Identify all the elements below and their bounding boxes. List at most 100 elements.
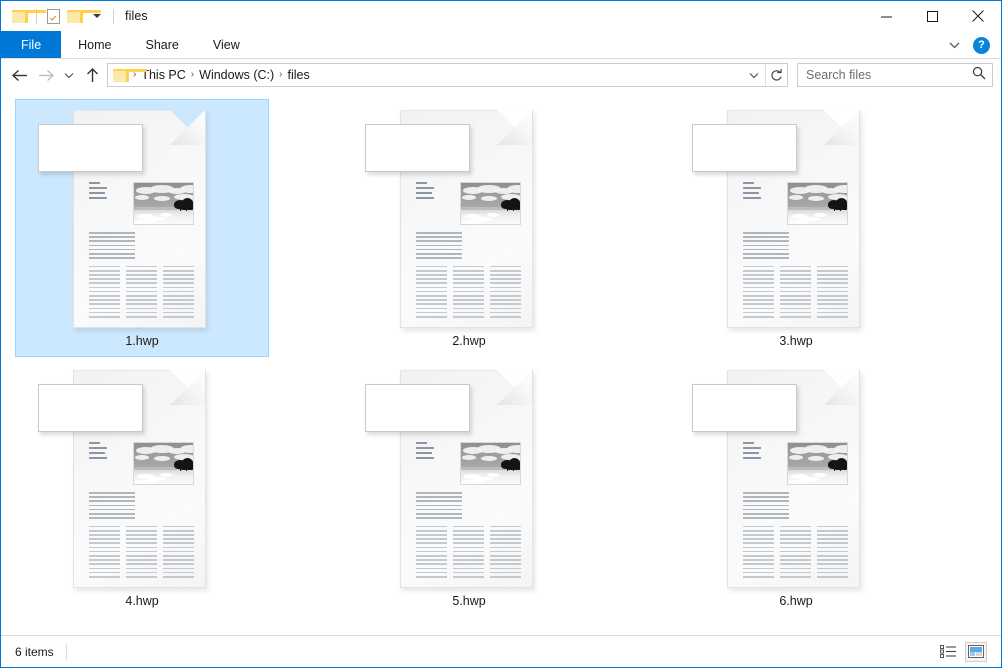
document-columns	[89, 265, 194, 320]
close-button[interactable]	[955, 1, 1001, 31]
expand-ribbon-chevron-icon[interactable]	[943, 34, 965, 56]
address-tools	[743, 64, 787, 86]
document-content	[89, 442, 194, 580]
document-heading-lines	[416, 182, 435, 225]
large-icons-view-button[interactable]	[965, 641, 987, 662]
address-dropdown-chevron-icon[interactable]	[743, 64, 765, 86]
properties-glyph	[46, 8, 60, 24]
new-folder-icon[interactable]	[64, 5, 101, 27]
forward-button[interactable]	[33, 62, 59, 88]
thumbnail-overlay-card	[38, 124, 143, 172]
thumbnail-overlay-card	[365, 124, 470, 172]
document-photo	[460, 442, 521, 485]
view-mode-buttons	[937, 641, 993, 662]
file-list-view[interactable]: 1.hwp 2.hwp 3.hwp 4.hwp 5.hwp 6.hwp	[1, 91, 1001, 625]
document-subtext	[89, 492, 135, 519]
tab-share[interactable]: Share	[129, 31, 196, 58]
document-content	[416, 182, 521, 320]
file-thumbnail	[683, 364, 909, 588]
address-field[interactable]: › This PC › Windows (C:) › files	[107, 63, 788, 87]
title-bar: files	[1, 1, 1001, 31]
document-content	[89, 182, 194, 320]
document-photo	[133, 182, 194, 225]
document-photo	[787, 442, 848, 485]
status-bar: 6 items	[1, 635, 1001, 667]
file-name-label: 2.hwp	[452, 334, 486, 348]
breadcrumb-folder-icon[interactable]	[113, 68, 147, 82]
up-button[interactable]	[79, 62, 105, 88]
ribbon-tab-bar: File Home Share View ?	[1, 31, 1001, 59]
document-columns	[416, 525, 521, 580]
tab-file[interactable]: File	[1, 31, 62, 58]
file-name-label: 3.hwp	[779, 334, 813, 348]
document-subtext	[416, 492, 462, 519]
window-title: files	[125, 9, 148, 23]
file-item[interactable]: 4.hwp	[15, 359, 269, 617]
document-photo	[787, 182, 848, 225]
thumbnail-overlay-card	[365, 384, 470, 432]
file-explorer-window: files File Home Share View ? › This PC ›…	[0, 0, 1002, 668]
address-bar: › This PC › Windows (C:) › files	[1, 59, 1001, 91]
search-input[interactable]	[806, 68, 972, 82]
document-columns	[89, 525, 194, 580]
properties-icon[interactable]	[42, 5, 64, 27]
document-heading-lines	[743, 442, 762, 485]
tab-view[interactable]: View	[196, 31, 257, 58]
maximize-button[interactable]	[909, 1, 955, 31]
file-item[interactable]: 1.hwp	[15, 99, 269, 357]
breadcrumb-item-windows-c[interactable]: Windows (C:)	[195, 68, 278, 82]
new-folder-glyph	[67, 9, 101, 23]
document-columns	[416, 265, 521, 320]
document-subtext	[743, 232, 789, 259]
chevron-down-glyph	[93, 14, 101, 18]
search-icon[interactable]	[972, 66, 986, 85]
document-photo	[460, 182, 521, 225]
help-icon[interactable]: ?	[973, 36, 990, 54]
window-controls	[863, 1, 1001, 31]
document-heading-lines	[89, 442, 108, 485]
back-button[interactable]	[7, 62, 33, 88]
file-name-label: 4.hwp	[125, 594, 159, 608]
thumbnail-overlay-card	[692, 124, 797, 172]
file-item[interactable]: 3.hwp	[669, 99, 923, 357]
file-name-label: 5.hwp	[452, 594, 486, 608]
file-name-label: 6.hwp	[779, 594, 813, 608]
file-name-label: 1.hwp	[125, 334, 159, 348]
breadcrumb-item-files[interactable]: files	[284, 68, 314, 82]
file-item[interactable]: 2.hwp	[342, 99, 596, 357]
document-heading-lines	[743, 182, 762, 225]
folder-icon[interactable]	[9, 5, 46, 27]
status-separator	[65, 643, 67, 660]
document-heading-lines	[89, 182, 108, 225]
quick-access-toolbar	[9, 5, 119, 27]
file-thumbnail	[356, 104, 582, 328]
document-photo	[133, 442, 194, 485]
qat-separator-2	[113, 8, 114, 24]
document-heading-lines	[416, 442, 435, 485]
ribbon-right-controls: ?	[943, 31, 997, 59]
breadcrumb: › This PC › Windows (C:) › files	[112, 68, 743, 82]
minimize-button[interactable]	[863, 1, 909, 31]
customize-chevron-icon[interactable]	[86, 5, 108, 27]
document-content	[743, 442, 848, 580]
file-item[interactable]: 5.hwp	[342, 359, 596, 617]
item-count-label: 6 items	[15, 644, 54, 659]
file-item[interactable]: 6.hwp	[669, 359, 923, 617]
tab-home[interactable]: Home	[61, 31, 128, 58]
document-subtext	[89, 232, 135, 259]
thumbnail-overlay-card	[692, 384, 797, 432]
details-view-button[interactable]	[937, 642, 959, 662]
file-grid: 1.hwp 2.hwp 3.hwp 4.hwp 5.hwp 6.hwp	[15, 99, 991, 619]
search-box[interactable]	[797, 63, 993, 87]
document-subtext	[416, 232, 462, 259]
refresh-icon[interactable]	[765, 64, 787, 86]
file-thumbnail	[29, 104, 255, 328]
document-columns	[743, 265, 848, 320]
file-thumbnail	[683, 104, 909, 328]
document-subtext	[743, 492, 789, 519]
folder-glyph	[12, 9, 46, 23]
file-thumbnail	[29, 364, 255, 588]
file-thumbnail	[356, 364, 582, 588]
recent-locations-chevron-icon[interactable]	[59, 62, 79, 88]
document-columns	[743, 525, 848, 580]
